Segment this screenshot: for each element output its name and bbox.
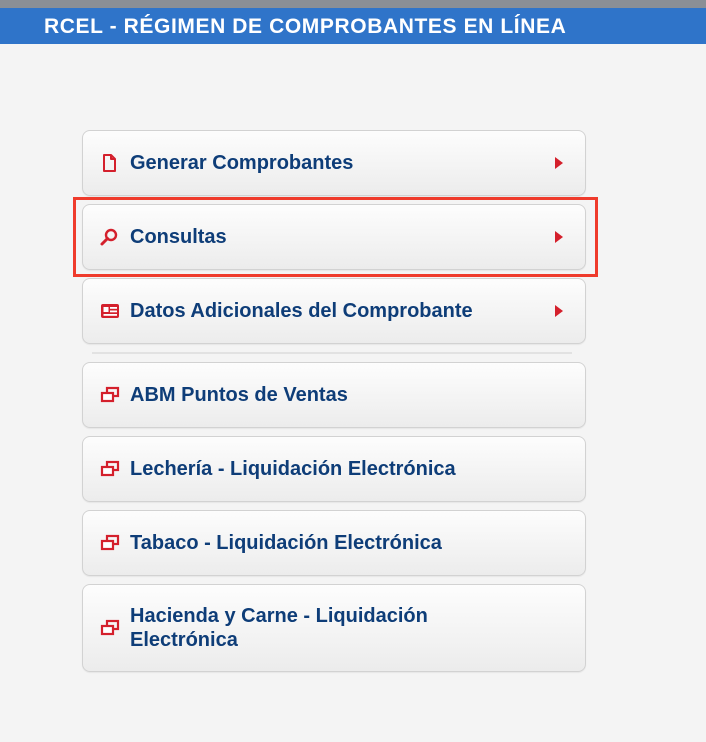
caret-right-icon [555,305,563,317]
caret-right-icon [555,157,563,169]
menu-item-consultas[interactable]: Consultas [82,204,586,270]
menu-item-label: ABM Puntos de Ventas [130,384,348,406]
menu-item-generar-comprobantes[interactable]: Generar Comprobantes [82,130,586,196]
external-window-icon [99,618,121,638]
menu-item-label: Generar Comprobantes [130,152,354,174]
caret-right-icon [555,231,563,243]
menu-item-label: Consultas [130,226,227,248]
menu-divider [92,352,572,354]
id-card-icon [99,301,121,321]
document-icon [99,153,121,173]
menu-item-label: Datos Adicionales del Comprobante [130,300,473,322]
menu-item-lecheria[interactable]: Lechería - Liquidación Electrónica [82,436,586,502]
main-menu: Generar Comprobantes Consultas Datos Adi… [82,130,586,680]
external-window-icon [99,385,121,405]
external-window-icon [99,459,121,479]
magnifier-icon [99,227,121,247]
menu-item-hacienda-y-carne[interactable]: Hacienda y Carne - Liquidación Electróni… [82,584,586,672]
page-title: RCEL - RÉGIMEN DE COMPROBANTES EN LÍNEA [0,8,706,44]
menu-item-label: Hacienda y Carne - Liquidación Electróni… [130,605,428,651]
menu-item-tabaco[interactable]: Tabaco - Liquidación Electrónica [82,510,586,576]
menu-item-label: Tabaco - Liquidación Electrónica [130,532,442,554]
menu-item-datos-adicionales[interactable]: Datos Adicionales del Comprobante [82,278,586,344]
external-window-icon [99,533,121,553]
top-strip [0,0,706,8]
menu-item-abm-puntos-de-ventas[interactable]: ABM Puntos de Ventas [82,362,586,428]
menu-item-label: Lechería - Liquidación Electrónica [130,458,456,480]
